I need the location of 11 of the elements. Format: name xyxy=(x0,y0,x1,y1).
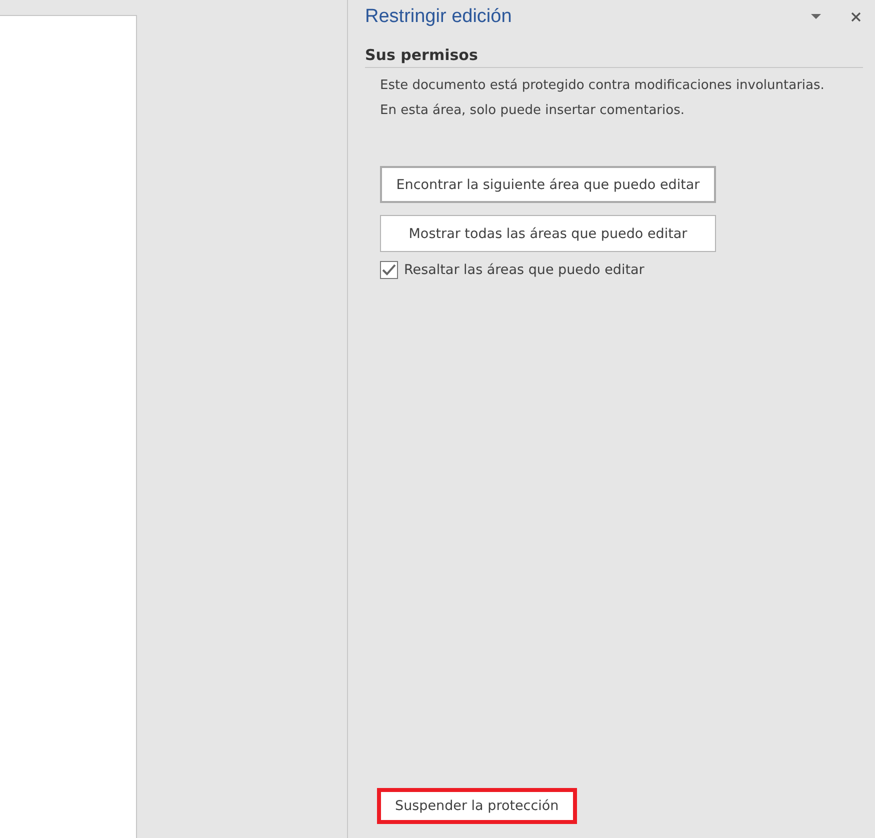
action-button[interactable]: Mostrar todas las áreas que puedo editar xyxy=(380,215,716,252)
checkbox[interactable] xyxy=(380,261,398,279)
stop-protection-button[interactable]: Suspender la protección xyxy=(377,788,577,824)
dropdown-caret-icon[interactable] xyxy=(811,14,821,20)
pane-title: Restringir edición xyxy=(365,6,513,28)
close-icon[interactable] xyxy=(851,12,861,22)
action-button[interactable]: Encontrar la siguiente área que puedo editar xyxy=(380,166,716,203)
info-text: Este documento está protegido contra modificaciones involuntarias. xyxy=(380,77,826,95)
checkbox-label: Resaltar las áreas que puedo editar xyxy=(404,262,644,278)
section-heading: Sus permisos xyxy=(365,46,863,68)
info-text: En esta área, solo puede insertar comentarios. xyxy=(380,102,686,120)
